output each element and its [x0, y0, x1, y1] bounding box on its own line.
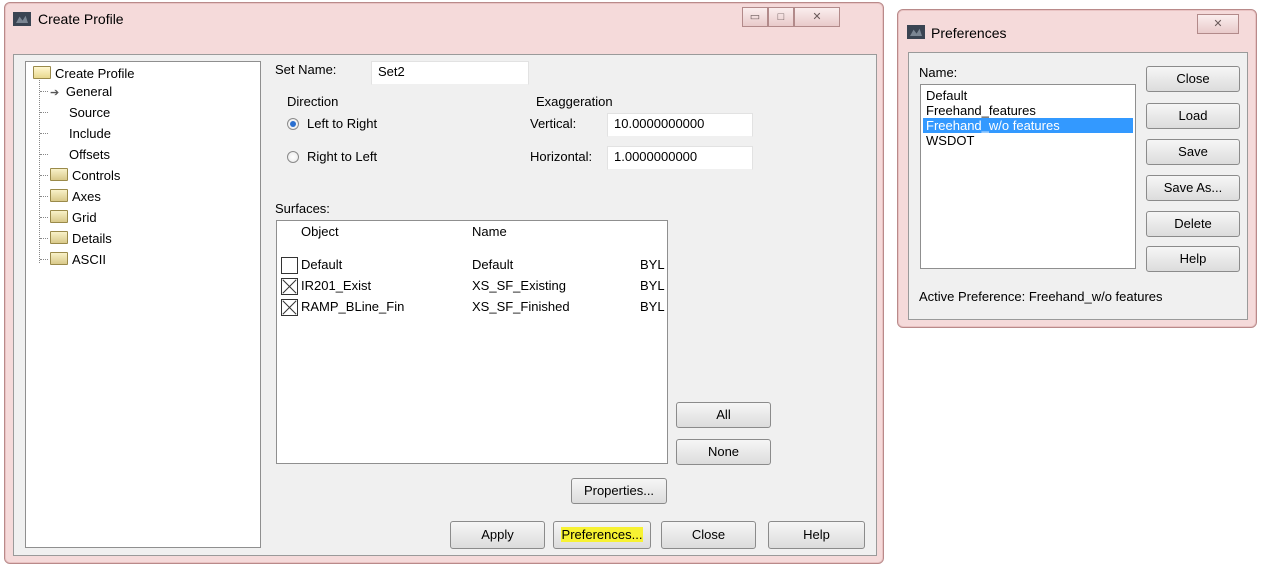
folder-icon [50, 168, 68, 181]
close-window-button[interactable]: ✕ [794, 7, 840, 27]
vertical-label: Vertical: [530, 116, 577, 131]
save-as-button[interactable]: Save As... [1146, 175, 1240, 201]
surface-name: Default [472, 257, 514, 272]
left-to-right-label[interactable]: Left to Right [307, 116, 377, 131]
surfaces-list: Object Name Default Default BYL IR201_Ex… [276, 220, 668, 464]
direction-label: Direction [287, 94, 339, 109]
surface-extra: BYL [640, 278, 665, 293]
navigation-tree: Create Profile ➔ General Source Include … [25, 61, 261, 548]
exaggeration-label: Exaggeration [536, 94, 613, 109]
tree-item-controls[interactable]: Controls [50, 168, 120, 183]
close-button[interactable]: Close [661, 521, 756, 549]
preferences-title: Preferences [931, 25, 1007, 41]
surface-object: Default [301, 257, 343, 272]
vertical-field[interactable]: 10.0000000000 [607, 113, 753, 137]
active-preference-label: Active Preference: Freehand_w/o features [919, 289, 1163, 304]
apply-button[interactable]: Apply [450, 521, 545, 549]
preferences-window: Preferences ✕ Name: Default Freehand_fea… [897, 9, 1257, 328]
app-icon [907, 25, 925, 39]
close-window-button[interactable]: ✕ [1197, 14, 1239, 34]
column-header-object[interactable]: Object [301, 221, 339, 243]
preferences-client: Name: Default Freehand_features Freehand… [908, 52, 1248, 320]
create-profile-titlebar[interactable]: Create Profile ▭ □ ✕ [5, 3, 883, 33]
tree-item-offsets[interactable]: Offsets [69, 147, 110, 162]
set-name-label: Set Name: [275, 62, 337, 77]
tree-item-axes[interactable]: Axes [50, 189, 101, 204]
save-button[interactable]: Save [1146, 139, 1240, 165]
preferences-button[interactable]: Preferences... [553, 521, 651, 549]
load-button[interactable]: Load [1146, 103, 1240, 129]
surface-name: XS_SF_Existing [472, 278, 566, 293]
tree-item-grid[interactable]: Grid [50, 210, 97, 225]
maximize-button[interactable]: □ [768, 7, 794, 27]
surface-extra: BYL [640, 257, 665, 272]
surface-checkbox[interactable] [281, 257, 298, 274]
delete-button[interactable]: Delete [1146, 211, 1240, 237]
app-icon [13, 12, 31, 26]
none-button[interactable]: None [676, 439, 771, 465]
tree-item-source[interactable]: Source [69, 105, 110, 120]
tree-item-details[interactable]: Details [50, 231, 112, 246]
name-label: Name: [919, 65, 958, 80]
surface-name: XS_SF_Finished [472, 299, 570, 314]
window-title: Create Profile [38, 11, 124, 27]
create-profile-window: Create Profile ▭ □ ✕ Create Profile ➔ Ge… [4, 2, 884, 564]
help-button[interactable]: Help [1146, 246, 1240, 272]
column-header-name[interactable]: Name [472, 221, 507, 243]
close-button[interactable]: Close [1146, 66, 1240, 92]
arrow-right-icon: ➔ [50, 87, 60, 99]
preferences-list: Default Freehand_features Freehand_w/o f… [920, 84, 1136, 269]
tree-root-create-profile[interactable]: Create Profile [33, 66, 134, 81]
folder-icon [50, 210, 68, 223]
minimize-button[interactable]: ▭ [742, 7, 768, 27]
all-button[interactable]: All [676, 402, 771, 428]
surface-object: IR201_Exist [301, 278, 372, 293]
properties-button[interactable]: Properties... [571, 478, 667, 504]
preference-item[interactable]: Freehand_features [923, 103, 1133, 118]
preference-item[interactable]: Default [923, 88, 1133, 103]
horizontal-field[interactable]: 1.0000000000 [607, 146, 753, 170]
tree-item-include[interactable]: Include [69, 126, 111, 141]
right-to-left-label[interactable]: Right to Left [307, 149, 377, 164]
preferences-titlebar[interactable]: Preferences ✕ [898, 10, 1256, 41]
folder-icon [50, 231, 68, 244]
preference-item[interactable]: WSDOT [923, 133, 1133, 148]
folder-icon [50, 252, 68, 265]
tree-item-general[interactable]: ➔ General [50, 84, 112, 99]
surfaces-label: Surfaces: [275, 201, 330, 216]
set-name-field[interactable]: Set2 [371, 61, 529, 85]
surface-checkbox[interactable] [281, 299, 298, 316]
left-to-right-radio[interactable] [287, 118, 299, 130]
create-profile-client: Create Profile ➔ General Source Include … [13, 54, 877, 556]
folder-icon [50, 189, 68, 202]
preference-item-selected[interactable]: Freehand_w/o features [923, 118, 1133, 133]
surface-object: RAMP_BLine_Fin [301, 299, 405, 314]
surface-checkbox[interactable] [281, 278, 298, 295]
horizontal-label: Horizontal: [530, 149, 593, 164]
surface-extra: BYL [640, 299, 665, 314]
tree-item-ascii[interactable]: ASCII [50, 252, 106, 267]
help-button[interactable]: Help [768, 521, 865, 549]
preferences-button-label: Preferences... [560, 527, 644, 542]
folder-open-icon [33, 66, 51, 79]
right-to-left-radio[interactable] [287, 151, 299, 163]
